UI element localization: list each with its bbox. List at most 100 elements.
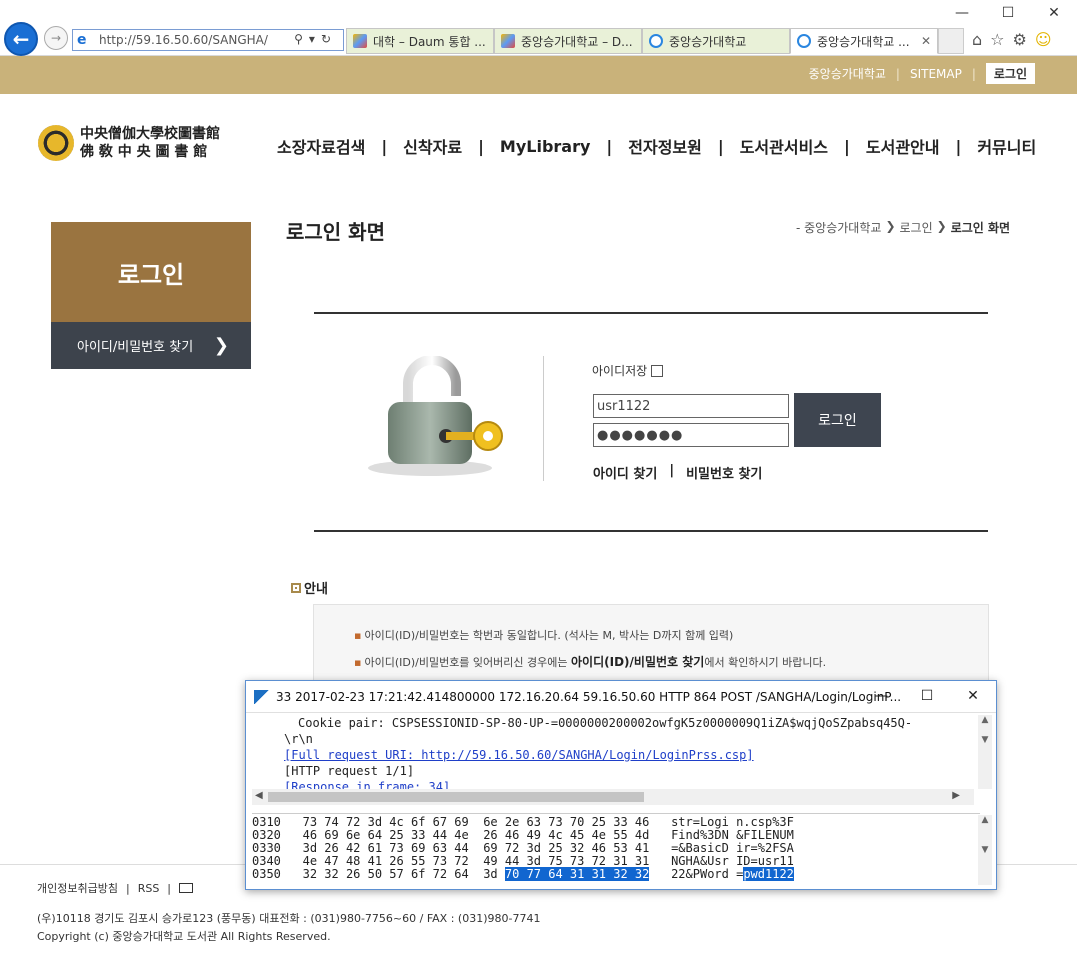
save-id-label: 아이디저장 bbox=[592, 364, 648, 378]
home-icon[interactable]: ⌂ bbox=[972, 30, 982, 49]
notice-title: 안내 bbox=[304, 582, 328, 597]
breadcrumb-home[interactable]: - 중앙승가대학교 bbox=[796, 219, 881, 236]
tab-sangha-active[interactable]: 중앙승가대학교 ... ✕ bbox=[790, 28, 938, 54]
find-password-link[interactable]: 비밀번호 찾기 bbox=[686, 463, 762, 482]
hex-bytes: 46 69 6e 64 25 33 44 4e 26 46 49 4c 45 4… bbox=[302, 828, 650, 842]
scrollbar-thumb[interactable] bbox=[268, 792, 644, 802]
divider: | bbox=[971, 66, 976, 81]
star-icon[interactable]: ☆ bbox=[990, 30, 1004, 49]
response-frame-link[interactable]: [Response in frame: 34] bbox=[284, 779, 980, 789]
divider: | bbox=[895, 66, 900, 81]
save-id-checkbox[interactable] bbox=[651, 364, 664, 377]
search-refresh-icons[interactable]: ⚲▾↻ bbox=[294, 32, 337, 46]
notice-text: 에서 확인하시기 바랍니다. bbox=[704, 656, 827, 669]
nav-item-eresources[interactable]: 전자정보원 bbox=[628, 134, 702, 158]
chevron-right-icon: ❯ bbox=[213, 335, 229, 356]
minimize-icon[interactable]: — bbox=[858, 681, 904, 711]
new-tab-button[interactable] bbox=[938, 28, 964, 54]
hex-offset: 0350 bbox=[252, 867, 281, 881]
request-uri-link[interactable]: [Full request URI: http://59.16.50.60/SA… bbox=[284, 747, 980, 763]
minimize-icon[interactable]: — bbox=[939, 0, 985, 26]
detail-scrollbar[interactable]: ▲ ▼ bbox=[978, 715, 992, 789]
sitemap-link[interactable]: SITEMAP bbox=[910, 67, 962, 81]
password-input[interactable]: ●●●●●●● bbox=[593, 423, 789, 447]
login-submit-button[interactable]: 로그인 bbox=[794, 393, 881, 447]
scroll-left-icon[interactable]: ◀ bbox=[255, 790, 263, 801]
divider: | bbox=[167, 881, 172, 895]
hex-dump-pane[interactable]: 0310 73 74 72 3d 4c 6f 67 69 6e 2e 63 73… bbox=[252, 813, 980, 885]
bullet-icon: ▪ bbox=[354, 629, 362, 642]
email-icon[interactable] bbox=[179, 883, 194, 893]
maximize-icon[interactable]: ☐ bbox=[904, 681, 950, 711]
nav-divider: | bbox=[717, 136, 724, 156]
nav-item-new[interactable]: 신착자료 bbox=[403, 134, 462, 158]
ie-icon bbox=[649, 34, 663, 48]
nav-divider: | bbox=[955, 136, 962, 156]
hex-scrollbar[interactable]: ▲ ▼ bbox=[978, 815, 992, 885]
scroll-right-icon[interactable]: ▶ bbox=[952, 790, 960, 801]
top-utility-bar: 중앙승가대학교 | SITEMAP | 로그인 bbox=[0, 56, 1077, 94]
breadcrumb-current: 로그인 화면 bbox=[950, 221, 1011, 235]
nav-item-services[interactable]: 도서관서비스 bbox=[740, 134, 828, 158]
close-icon[interactable]: ✕ bbox=[950, 681, 996, 711]
close-tab-icon[interactable]: ✕ bbox=[921, 34, 931, 48]
smiley-icon[interactable]: ☺ bbox=[1035, 30, 1052, 49]
notice-line-1: ▪ 아이디(ID)/비밀번호는 학번과 동일합니다. (석사는 M, 박사는 D까… bbox=[354, 627, 733, 643]
notice-line-2: ▪ 아이디(ID)/비밀번호를 잊어버리신 경우에는 아이디(ID)/비밀번호 찾… bbox=[354, 653, 826, 670]
hex-ascii-highlighted-password: pwd1122 bbox=[743, 867, 794, 881]
daum-icon bbox=[501, 34, 515, 48]
gear-icon[interactable]: ⚙ bbox=[1013, 30, 1027, 49]
privacy-link[interactable]: 개인정보취급방침 bbox=[37, 880, 118, 896]
nav-item-search[interactable]: 소장자료검색 bbox=[277, 134, 365, 158]
tab-label: 중앙승가대학교 bbox=[669, 34, 747, 49]
maximize-icon[interactable]: ☐ bbox=[985, 0, 1031, 26]
user-id-input[interactable]: usr1122 bbox=[593, 394, 789, 418]
packet-detail-window: 33 2017-02-23 17:21:42.414800000 172.16.… bbox=[245, 680, 997, 890]
side-menu-find-account[interactable]: 아이디/비밀번호 찾기 ❯ bbox=[51, 322, 251, 369]
packet-window-titlebar[interactable]: 33 2017-02-23 17:21:42.414800000 172.16.… bbox=[246, 681, 996, 713]
breadcrumb-login[interactable]: 로그인 bbox=[900, 219, 933, 236]
tab-sangha-1[interactable]: 중앙승가대학교 bbox=[642, 28, 790, 54]
notice-heading: 안내 bbox=[291, 578, 328, 597]
square-bullet-icon bbox=[291, 582, 301, 593]
library-logo[interactable]: 中央僧伽大學校圖書館 佛 敎 中 央 圖 書 館 bbox=[38, 125, 220, 161]
breadcrumb: - 중앙승가대학교 ❯ 로그인 ❯ 로그인 화면 bbox=[796, 219, 1010, 236]
tab-daum-2[interactable]: 중앙승가대학교 – D... bbox=[494, 28, 642, 54]
bullet-icon: ▪ bbox=[354, 656, 362, 669]
packet-detail-pane[interactable]: Cookie pair: CSPSESSIONID-SP-80-UP-=0000… bbox=[252, 715, 980, 789]
forward-arrow-icon[interactable]: → bbox=[44, 26, 68, 50]
hex-offset: 0330 bbox=[252, 841, 281, 855]
hex-ascii: NGHA&Usr ID=usr11 bbox=[671, 854, 794, 868]
back-arrow-icon[interactable]: ← bbox=[4, 22, 38, 56]
logo-line1: 中央僧伽大學校圖書館 bbox=[80, 126, 220, 142]
footer-links: 개인정보취급방침 | RSS | bbox=[37, 880, 194, 896]
seal-icon bbox=[38, 125, 74, 161]
wireshark-fin-icon bbox=[254, 689, 270, 704]
address-bar[interactable]: e http://59.16.50.60/SANGHA/ ⚲▾↻ bbox=[72, 29, 344, 51]
find-account-links: 아이디 찾기 | 비밀번호 찾기 bbox=[593, 463, 762, 482]
tab-daum-1[interactable]: 대학 – Daum 통합 ... bbox=[346, 28, 494, 54]
side-menu-item-label: 아이디/비밀번호 찾기 bbox=[77, 340, 194, 355]
detail-line: Cookie pair: CSPSESSIONID-SP-80-UP-=0000… bbox=[298, 716, 913, 730]
nav-item-community[interactable]: 커뮤니티 bbox=[977, 134, 1036, 158]
university-link[interactable]: 중앙승가대학교 bbox=[809, 65, 886, 82]
tab-label: 중앙승가대학교 – D... bbox=[521, 34, 633, 49]
save-id-option: 아이디저장 bbox=[592, 362, 664, 379]
ie-icon bbox=[797, 34, 811, 48]
breadcrumb-chevron-icon: ❯ bbox=[885, 219, 896, 233]
form-divider bbox=[543, 356, 544, 481]
nav-item-mylibrary[interactable]: MyLibrary bbox=[500, 137, 591, 156]
hex-bytes: 4e 47 48 41 26 55 73 72 49 44 3d 75 73 7… bbox=[302, 854, 650, 868]
nav-divider: | bbox=[844, 136, 850, 156]
nav-item-guide[interactable]: 도서관안내 bbox=[866, 134, 940, 158]
divider-bottom bbox=[314, 530, 988, 532]
detail-horizontal-scrollbar[interactable]: ◀ ▶ bbox=[252, 789, 974, 805]
close-icon[interactable]: ✕ bbox=[1031, 0, 1077, 26]
top-login-button[interactable]: 로그인 bbox=[985, 63, 1035, 84]
hex-ascii: Find%3DN &FILENUM bbox=[671, 828, 794, 842]
window-controls: — ☐ ✕ bbox=[939, 0, 1077, 26]
packet-window-title: 33 2017-02-23 17:21:42.414800000 172.16.… bbox=[276, 689, 902, 704]
hex-bytes: 32 32 26 50 57 6f 72 64 3d bbox=[302, 867, 505, 881]
rss-link[interactable]: RSS bbox=[138, 882, 160, 895]
find-id-link[interactable]: 아이디 찾기 bbox=[593, 463, 657, 482]
